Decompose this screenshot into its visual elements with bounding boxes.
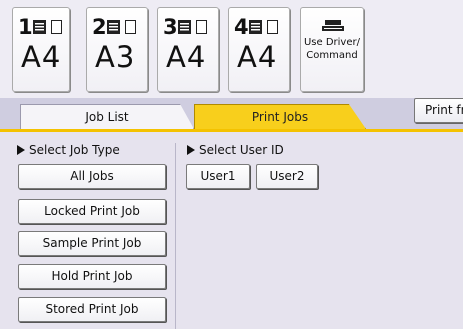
paper-sheet-icon	[196, 20, 207, 34]
tray-number: 2	[92, 15, 107, 39]
tray-paper-size: A3	[95, 40, 136, 74]
tray-number: 1	[18, 15, 33, 39]
driver-label-line2: Command	[306, 50, 358, 61]
tray-number: 4	[234, 15, 249, 39]
locked-print-job-button[interactable]: Locked Print Job	[18, 199, 166, 224]
driver-label-line1: Use Driver/	[303, 37, 360, 48]
use-driver-command-button[interactable]: Use Driver/ Command	[300, 7, 364, 92]
paper-sheet-icon	[267, 20, 278, 34]
select-job-type-heading: Select Job Type	[17, 143, 120, 157]
tray-2-button[interactable]: 2 A3	[86, 7, 148, 92]
sample-print-job-button[interactable]: Sample Print Job	[18, 231, 166, 256]
paper-sheet-icon	[125, 20, 136, 34]
paper-tray-icon	[178, 20, 191, 34]
all-jobs-button[interactable]: All Jobs	[18, 164, 166, 189]
paper-tray-icon	[249, 20, 262, 34]
driver-button-label: Use Driver/ Command	[301, 36, 363, 62]
triangle-icon	[187, 145, 195, 155]
tab-print-jobs[interactable]: Print Jobs	[194, 104, 366, 129]
triangle-icon	[17, 145, 25, 155]
tray-number: 3	[163, 15, 178, 39]
column-divider	[175, 143, 176, 329]
tray-paper-size: A4	[237, 40, 278, 74]
driver-tray-icon	[322, 20, 344, 31]
user1-button[interactable]: User1	[186, 164, 250, 189]
tray-paper-size: A4	[21, 40, 62, 74]
select-user-id-label: Select User ID	[199, 143, 284, 157]
tray-4-button[interactable]: 4 A4	[228, 7, 290, 92]
tab-job-list[interactable]: Job List	[20, 104, 194, 129]
paper-tray-icon	[107, 20, 120, 34]
paper-tray-icon	[33, 20, 46, 34]
active-tab-underline	[0, 129, 463, 132]
hold-print-job-button[interactable]: Hold Print Job	[18, 264, 166, 289]
stored-print-job-button[interactable]: Stored Print Job	[18, 297, 166, 322]
tray-1-button[interactable]: 1 A4	[12, 7, 70, 92]
select-user-id-heading: Select User ID	[187, 143, 284, 157]
user2-button[interactable]: User2	[256, 164, 318, 189]
tray-3-button[interactable]: 3 A4	[157, 7, 219, 92]
tray-paper-size: A4	[166, 40, 207, 74]
select-job-type-label: Select Job Type	[29, 143, 120, 157]
print-from-button[interactable]: Print fr	[414, 98, 463, 123]
paper-sheet-icon	[51, 20, 62, 34]
